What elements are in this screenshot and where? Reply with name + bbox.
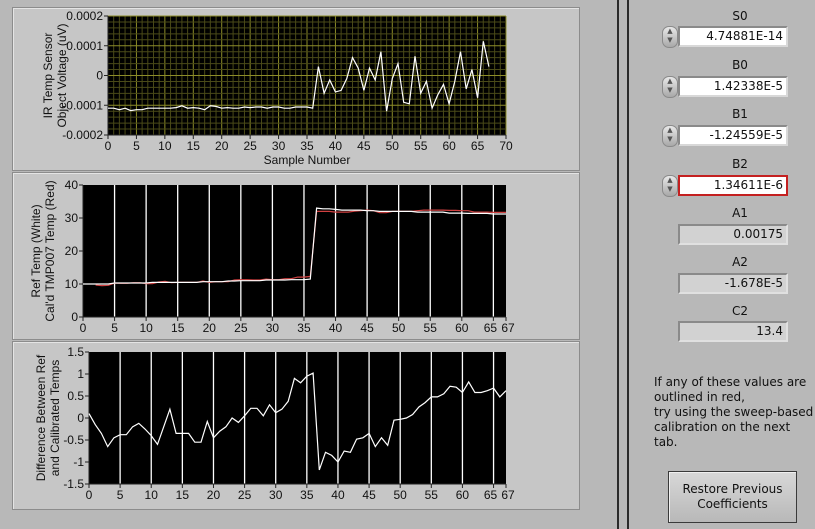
y-axis-label: Object Voltage (uV): [55, 23, 69, 127]
y-tick-label: 0: [96, 69, 103, 83]
x-tick-label: 15: [187, 139, 201, 153]
a2-label: A2: [732, 255, 748, 269]
y-tick-label: 1: [77, 367, 84, 381]
x-tick-label: 30: [269, 488, 283, 502]
button-label: Coefficients: [697, 497, 768, 511]
x-tick-label: 15: [171, 321, 185, 335]
y-tick-label: 30: [65, 211, 79, 225]
c2-indicator: 13.4: [678, 321, 788, 342]
x-tick-label: 25: [238, 488, 252, 502]
y-tick-label: 0.0001: [66, 39, 103, 53]
x-tick-label: 55: [425, 488, 439, 502]
x-tick-label: 0: [80, 321, 87, 335]
x-tick-label: 0: [105, 139, 112, 153]
panel-divider: [627, 0, 629, 529]
y-tick-label: 20: [65, 244, 79, 258]
x-tick-label: 10: [158, 139, 172, 153]
a1-indicator: 0.00175: [678, 224, 788, 245]
b1-label: B1: [732, 107, 748, 121]
x-tick-label: 65: [484, 488, 498, 502]
s0-spinner[interactable]: ▲ ▼: [662, 26, 678, 48]
note-line: outlined in red,: [654, 390, 745, 404]
x-tick-label: 20: [203, 321, 217, 335]
x-tick-label: 45: [362, 488, 376, 502]
x-tick-label: 55: [424, 321, 438, 335]
x-tick-label: 60: [456, 488, 470, 502]
x-tick-label: 50: [394, 488, 408, 502]
s0-label: S0: [732, 9, 748, 23]
y-tick-label: -0.5: [63, 433, 84, 447]
y-tick-label: 0.0002: [66, 9, 103, 23]
b0-input[interactable]: 1.42338E-5: [678, 76, 788, 97]
charts-canvas: 0 5 10 15 20 25 30 35 40 45 50 55 60 65 70-0.0002-0.00…: [29, 9, 515, 502]
b2-spinner[interactable]: ▲ ▼: [662, 175, 678, 197]
s0-input[interactable]: 4.74881E-14: [678, 26, 788, 47]
x-tick-label: 5: [111, 321, 118, 335]
restore-previous-coefficients-button[interactable]: Restore Previous Coefficients: [668, 471, 797, 523]
x-tick-label: 50: [392, 321, 406, 335]
x-tick-label: 45: [360, 321, 374, 335]
y-tick-label: 0: [71, 310, 78, 324]
y-tick-label: 0: [77, 411, 84, 425]
y-tick-label: 40: [65, 178, 79, 192]
x-tick-label: 15: [176, 488, 190, 502]
y-tick-label: -0.0002: [62, 128, 103, 142]
a1-label: A1: [732, 206, 748, 220]
y-tick-label: 10: [65, 277, 79, 291]
y-tick-label: 0.5: [67, 389, 84, 403]
b1-input[interactable]: -1.24559E-5: [678, 125, 788, 146]
y-tick-label: 1.5: [67, 345, 84, 359]
x-tick-label: 30: [272, 139, 286, 153]
x-tick-label: 35: [297, 321, 311, 335]
b2-input[interactable]: 1.34611E-6: [678, 175, 788, 196]
button-label: Restore Previous: [682, 482, 783, 496]
note-line: If any of these values are: [654, 375, 807, 389]
red-outline-note: If any of these values are outlined in r…: [654, 375, 814, 450]
x-tick-label: 50: [386, 139, 400, 153]
y-axis-label: Ref Temp (White): [29, 204, 43, 297]
note-line: calibration on the next: [654, 420, 791, 434]
b1-spinner[interactable]: ▲ ▼: [662, 125, 678, 147]
y-tick-label: -1: [73, 455, 84, 469]
x-tick-label: 0: [86, 488, 93, 502]
x-tick-label: 40: [329, 139, 343, 153]
x-tick-label: 20: [207, 488, 221, 502]
x-tick-label: 10: [145, 488, 159, 502]
x-tick-label: 55: [414, 139, 428, 153]
x-tick-label: 65: [471, 139, 485, 153]
x-tick-label: 40: [331, 488, 345, 502]
b2-label: B2: [732, 157, 748, 171]
b0-label: B0: [732, 58, 748, 72]
x-tick-label: 40: [329, 321, 343, 335]
note-line: try using the sweep-based: [654, 405, 814, 419]
y-axis-label: IR Temp Sensor: [41, 33, 55, 119]
x-tick-label: 5: [133, 139, 140, 153]
x-tick-label: 30: [266, 321, 280, 335]
x-tick-label: 60: [455, 321, 469, 335]
y-axis-label: Cal'd TMP007 Temp (Red): [43, 180, 57, 321]
x-tick-label: 65: [484, 321, 498, 335]
x-tick-label: 60: [442, 139, 456, 153]
y-tick-label: -1.5: [63, 477, 84, 491]
x-tick-label: 35: [300, 488, 314, 502]
x-tick-label: 25: [243, 139, 257, 153]
a2-indicator: -1.678E-5: [678, 273, 788, 294]
x-tick-label: 67: [501, 488, 515, 502]
note-line: tab.: [654, 435, 678, 449]
x-tick-label: 70: [499, 139, 513, 153]
x-tick-label: 45: [357, 139, 371, 153]
y-axis-label: Difference Between Ref: [34, 354, 48, 481]
x-axis-label: Sample Number: [264, 153, 351, 167]
panel-divider: [617, 0, 619, 529]
x-tick-label: 20: [215, 139, 229, 153]
x-tick-label: 5: [117, 488, 124, 502]
x-tick-label: 10: [139, 321, 153, 335]
c2-label: C2: [731, 304, 748, 318]
x-tick-label: 25: [234, 321, 248, 335]
x-tick-label: 35: [300, 139, 314, 153]
y-axis-label: and Calibrated Temps: [48, 360, 62, 477]
b0-spinner[interactable]: ▲ ▼: [662, 76, 678, 98]
x-tick-label: 67: [501, 321, 515, 335]
